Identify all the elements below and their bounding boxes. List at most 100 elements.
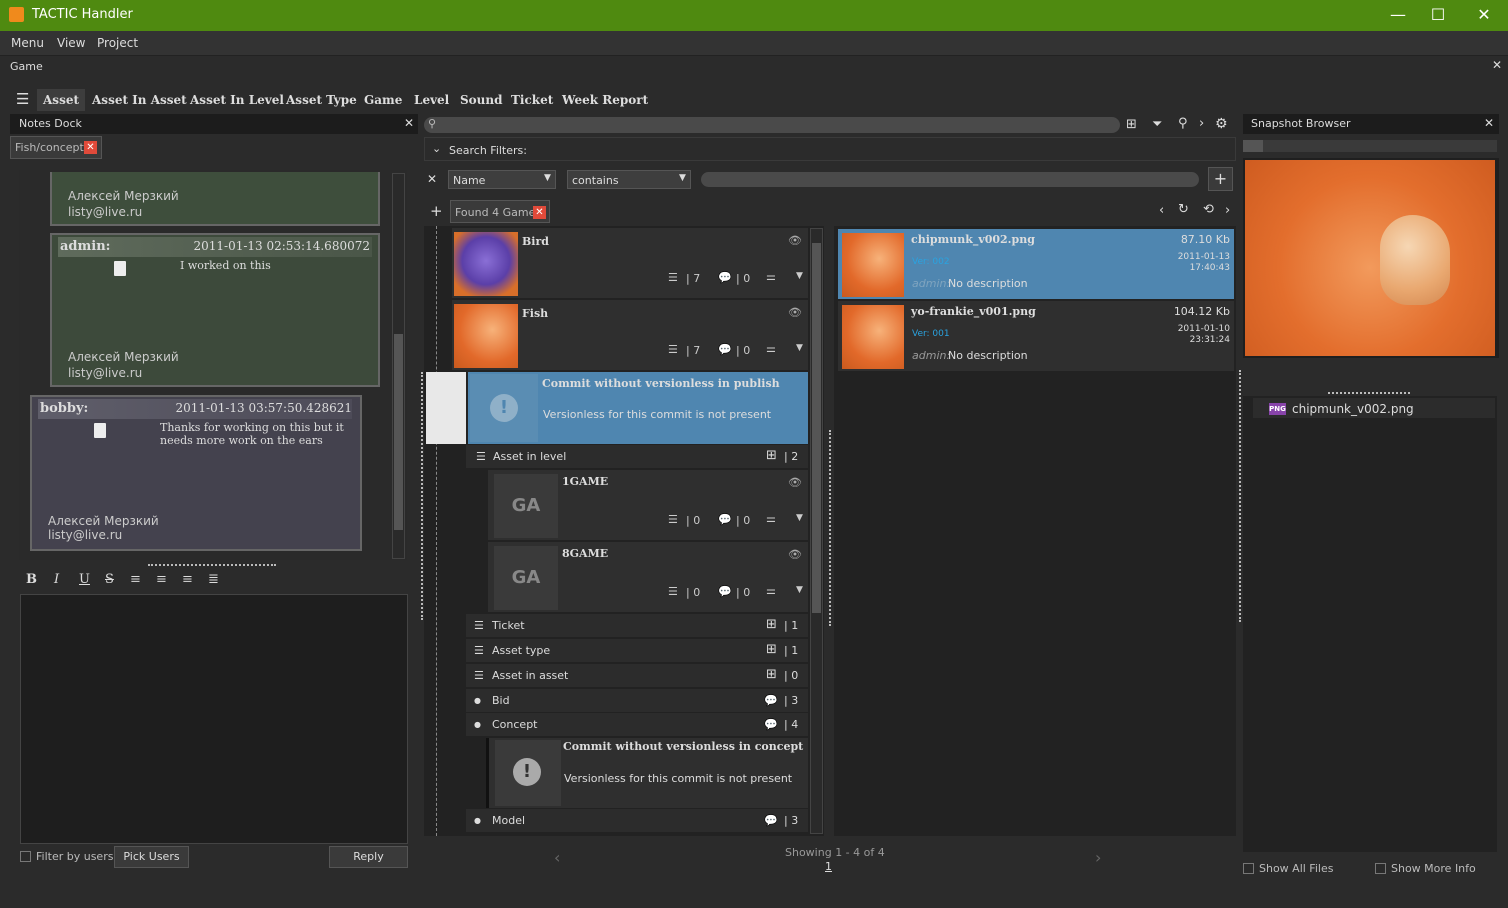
notes-icon[interactable]: 💬 [718,513,732,526]
refresh-icon[interactable]: ↻ [1178,202,1189,217]
snapshot-item[interactable]: yo-frankie_v001.png 104.12 Kb Ver: 001 2… [838,301,1234,371]
tab-ticket[interactable]: Ticket [505,89,559,111]
process-concept[interactable]: ● Concept 💬 | 4 [466,713,808,737]
snapshot-item-selected[interactable]: chipmunk_v002.png 87.10 Kb Ver: 002 2011… [838,229,1234,299]
group-asset-in-asset[interactable]: ☰ Asset in asset ⊞ | 0 [466,664,808,688]
reply-button[interactable]: Reply [329,846,408,868]
remove-chip-icon[interactable]: ✕ [533,206,546,219]
watch-icon[interactable]: 👁 [788,476,802,489]
filter-field-select[interactable]: Name ▼ [448,170,556,189]
tab-sound[interactable]: Sound [454,89,509,111]
tasks-icon[interactable]: ☰ [668,343,678,356]
filter-op-select[interactable]: contains ▼ [567,170,691,189]
group-asset-in-level[interactable]: ☰ Asset in level ⊞ | 2 [466,445,808,469]
chevron-left-icon[interactable]: ‹ [1159,203,1164,218]
pick-users-button[interactable]: Pick Users [114,846,189,868]
close-window-button[interactable]: ✕ [1464,4,1504,26]
menu-item-view[interactable]: View [57,36,85,50]
warning-commit-publish[interactable]: ! Commit without versionless in publish … [468,372,808,444]
add-icon[interactable]: ⊞ [766,667,777,682]
tab-game[interactable]: Game [358,89,408,111]
splitter-handle[interactable] [1239,370,1241,622]
notes-chip[interactable]: Fish/concept ✕ [10,136,102,159]
process-model[interactable]: ● Model 💬 | 3 [466,809,808,833]
history-icon[interactable]: ⟲ [1203,202,1214,217]
next-page-icon[interactable]: › [1095,848,1101,867]
gear-icon[interactable]: ⚙ [1215,116,1228,132]
bold-icon[interactable]: B [26,572,37,587]
hamburger-menu-icon[interactable]: ☰ [16,90,29,108]
tab-asset-type[interactable]: Asset Type [280,89,363,111]
tab-asset[interactable]: Asset [37,89,85,111]
splitter-handle[interactable] [829,430,831,626]
search-input[interactable]: ⚲ [424,117,1120,133]
expand-arrow-icon[interactable]: ▼ [796,343,803,353]
hierarchy-icon[interactable]: ⚌ [766,584,776,597]
filter-icon[interactable]: ⏷ [1152,117,1162,132]
list-item-1game[interactable]: GA 1GAME 👁 ☰ | 0 💬 | 0 ⚌ ▼ [488,470,808,540]
close-project-icon[interactable]: ✕ [1492,58,1502,72]
comment-icon[interactable]: 💬 [764,694,778,707]
add-icon[interactable]: ⊞ [766,448,777,463]
tab-asset-in-asset[interactable]: Asset In Asset [86,89,193,111]
close-notes-dock-icon[interactable]: ✕ [404,116,414,130]
splitter-handle[interactable] [1328,392,1410,394]
add-filter-icon[interactable]: ⊞ [1126,117,1137,132]
filter-value-input[interactable] [701,172,1199,187]
attachment-icon[interactable] [94,423,106,438]
remove-chip-icon[interactable]: ✕ [84,141,97,154]
page-1-link[interactable]: 1 [825,860,832,873]
notes-icon[interactable]: 💬 [718,585,732,598]
align-right-icon[interactable]: ≡ [182,572,193,587]
process-bid[interactable]: ● Bid 💬 | 3 [466,689,808,713]
expand-arrow-icon[interactable]: ▼ [796,513,803,523]
comment-icon[interactable]: 💬 [764,814,778,827]
watch-icon[interactable]: 👁 [788,548,802,561]
expand-arrow-icon[interactable]: ▼ [796,271,803,281]
warning-commit-concept[interactable]: ! Commit without versionless in concept … [486,738,808,808]
minimize-button[interactable]: — [1378,4,1418,26]
show-all-files-checkbox[interactable] [1243,863,1254,874]
tab-level[interactable]: Level [408,89,455,111]
group-asset-type[interactable]: ☰ Asset type ⊞ | 1 [466,639,808,663]
watch-icon[interactable]: 👁 [788,306,802,319]
close-snapshot-browser-icon[interactable]: ✕ [1484,116,1494,130]
menu-item-project[interactable]: Project [97,36,138,50]
list-item-fish[interactable]: Fish 👁 ☰ | 7 💬 | 0 ⚌ ▼ [452,300,808,370]
splitter-handle[interactable] [148,564,276,566]
file-tree-item[interactable]: PNG chipmunk_v002.png [1253,398,1495,418]
strikethrough-icon[interactable]: S [105,572,114,587]
underline-icon[interactable]: U [79,572,90,587]
tab-week-report[interactable]: Week Report [556,89,654,111]
attachment-icon[interactable] [114,261,126,276]
maximize-button[interactable]: ☐ [1418,4,1458,26]
prev-page-icon[interactable]: ‹ [554,848,560,867]
hierarchy-icon[interactable]: ⚌ [766,342,776,355]
notes-icon[interactable]: 💬 [718,343,732,356]
align-center-icon[interactable]: ≡ [156,572,167,587]
notes-scrollbar[interactable] [392,173,405,559]
add-icon[interactable]: ⊞ [766,617,777,632]
chevron-right-icon[interactable]: › [1199,116,1204,131]
watch-icon[interactable]: 👁 [788,234,802,247]
tasks-icon[interactable]: ☰ [668,513,678,526]
item-tree-scrollbar[interactable] [810,228,823,834]
add-item-icon[interactable]: + [430,202,443,220]
list-item-bird[interactable]: Bird 👁 ☰ | 7 💬 | 0 ⚌ ▼ [452,228,808,298]
add-icon[interactable]: ⊞ [766,642,777,657]
group-ticket[interactable]: ☰ Ticket ⊞ | 1 [466,614,808,638]
justify-icon[interactable]: ≣ [208,572,219,587]
splitter-handle[interactable] [421,372,423,620]
hierarchy-icon[interactable]: ⚌ [766,512,776,525]
list-item-8game[interactable]: GA 8GAME 👁 ☰ | 0 💬 | 0 ⚌ ▼ [488,542,808,612]
add-filter-button[interactable]: + [1208,167,1233,191]
notes-icon[interactable]: 💬 [718,271,732,284]
tasks-icon[interactable]: ☰ [668,585,678,598]
search-filters-header[interactable]: ⌄ Search Filters: [424,137,1236,161]
hierarchy-icon[interactable]: ⚌ [766,270,776,283]
comment-icon[interactable]: 💬 [764,718,778,731]
tasks-icon[interactable]: ☰ [668,271,678,284]
snapshot-slider[interactable] [1243,140,1497,152]
chevron-right-icon[interactable]: › [1225,203,1230,218]
filter-by-users-checkbox[interactable] [20,851,31,862]
